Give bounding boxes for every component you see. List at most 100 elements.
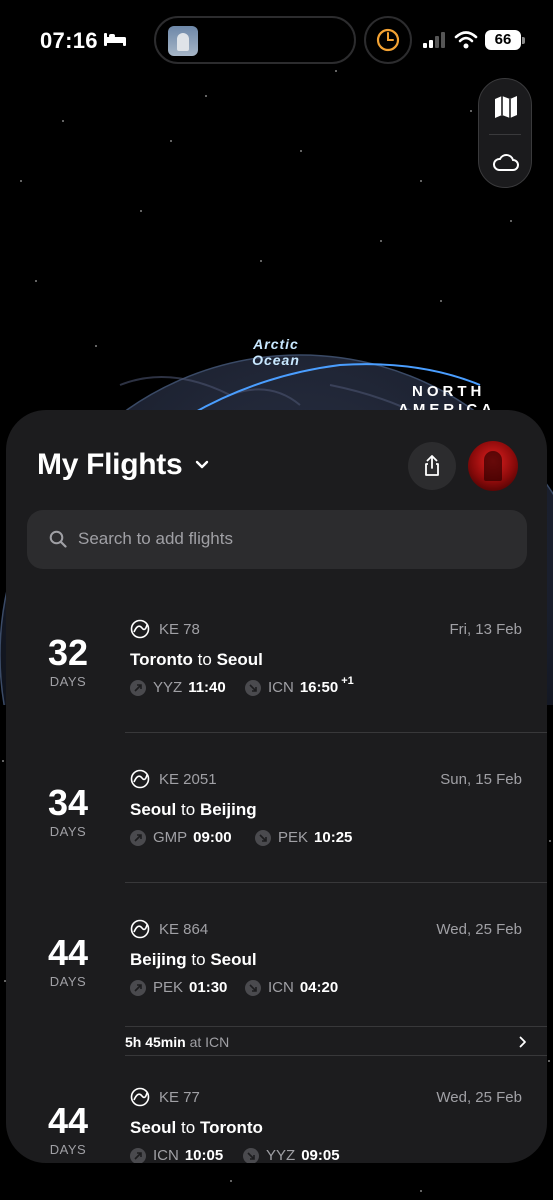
airline-logo-icon	[130, 619, 150, 639]
flight-number: KE 864	[159, 921, 209, 938]
days-until-count: 32	[47, 632, 89, 673]
flights-sheet[interactable]: My Flights Search to add flights 32 DAYS…	[6, 410, 547, 1163]
flight-date: Wed, 25 Feb	[436, 1089, 522, 1106]
ocean-label: Arctic Ocean	[252, 336, 300, 368]
status-time: 07:16	[40, 28, 98, 53]
flight-row[interactable]: 44 DAYS KE 864 Wed, 25 Feb Beijing to Se…	[6, 910, 547, 1025]
origin-city: Seoul	[130, 800, 177, 819]
departure-arrow-icon	[130, 679, 146, 696]
arrival-arrow-icon	[243, 1147, 259, 1163]
flight-row[interactable]: 44 DAYS KE 77 Wed, 25 Feb Seoul to Toron…	[6, 1078, 547, 1163]
departure-time: 09:00	[193, 829, 232, 846]
destination-city: Seoul	[210, 950, 257, 969]
flight-route: Beijing to Seoul	[130, 950, 257, 970]
departure-airport: YYZ	[153, 679, 183, 696]
days-label: DAYS	[49, 824, 87, 839]
days-label: DAYS	[49, 1142, 87, 1157]
flight-number: KE 77	[159, 1089, 200, 1106]
map-icon	[495, 95, 517, 118]
destination-city: Seoul	[216, 650, 263, 669]
map-view-button[interactable]	[479, 79, 533, 134]
destination-city: Beijing	[199, 800, 257, 819]
departure-airport: ICN	[153, 1147, 179, 1163]
share-button[interactable]	[408, 442, 456, 490]
departure-time: 11:40	[188, 679, 226, 696]
flight-route: Seoul to Toronto	[130, 1118, 263, 1138]
day-offset-badge: +1	[341, 674, 354, 687]
route-separator: to	[181, 1118, 196, 1137]
arrival-time: 16:50	[299, 679, 339, 696]
days-until-count: 34	[47, 782, 89, 823]
cloud-icon	[493, 153, 519, 171]
now-playing-thumbnail	[168, 26, 198, 56]
destination-city: Toronto	[199, 1118, 263, 1137]
departure-arrow-icon	[130, 979, 146, 996]
arrival-info: ICN 04:20	[245, 979, 338, 996]
chevron-right-icon	[519, 1036, 526, 1048]
weather-button[interactable]	[479, 134, 533, 189]
sheet-header: My Flights	[6, 410, 547, 510]
wifi-icon	[454, 31, 478, 49]
flight-route: Toronto to Seoul	[130, 650, 263, 670]
departure-time: 10:05	[184, 1147, 224, 1163]
airline-logo-icon	[130, 1087, 150, 1107]
departure-info: GMP 09:00	[130, 829, 232, 846]
arrival-time: 10:25	[314, 829, 353, 846]
avatar[interactable]	[468, 441, 518, 491]
departure-info: YYZ 11:40	[130, 679, 226, 696]
dynamic-island-media[interactable]	[154, 16, 356, 64]
flight-number: KE 2051	[159, 771, 217, 788]
arrival-arrow-icon	[255, 829, 271, 846]
departure-info: ICN 10:05	[130, 1147, 223, 1163]
origin-city: Beijing	[130, 950, 187, 969]
flight-row[interactable]: 32 DAYS KE 78 Fri, 13 Feb Toronto to Seo…	[6, 610, 547, 730]
airline-logo-icon	[130, 769, 150, 789]
departure-airport: GMP	[153, 829, 188, 846]
sleep-bed-icon	[104, 33, 126, 46]
flight-date: Sun, 15 Feb	[440, 771, 522, 788]
layover-airport: at ICN	[189, 1034, 230, 1050]
chevron-down-icon[interactable]	[194, 459, 210, 471]
cellular-signal-icon	[423, 32, 445, 48]
status-bar: 07:16 66	[0, 0, 553, 82]
search-input[interactable]: Search to add flights	[78, 529, 233, 549]
continent-label-line1: NORTH	[412, 383, 486, 400]
route-separator: to	[197, 650, 212, 669]
arrival-info: PEK 10:25	[255, 829, 352, 846]
arrival-arrow-icon	[245, 979, 261, 996]
days-label: DAYS	[49, 674, 87, 689]
flight-date: Wed, 25 Feb	[436, 921, 522, 938]
departure-airport: PEK	[153, 979, 184, 996]
departure-arrow-icon	[130, 829, 146, 846]
arrival-time: 04:20	[299, 979, 339, 996]
arrival-airport: ICN	[268, 979, 294, 996]
flight-row[interactable]: 34 DAYS KE 2051 Sun, 15 Feb Seoul to Bei…	[6, 760, 547, 880]
arrival-info: YYZ 09:05	[243, 1147, 340, 1163]
arrival-airport: PEK	[278, 829, 309, 846]
airline-logo-icon	[130, 919, 150, 939]
departure-arrow-icon	[130, 1147, 146, 1163]
origin-city: Toronto	[130, 650, 193, 669]
origin-city: Seoul	[130, 1118, 177, 1137]
days-label: DAYS	[49, 974, 87, 989]
flight-route: Seoul to Beijing	[130, 800, 257, 820]
layover-row[interactable]: 5h 45min at ICN	[125, 1026, 547, 1056]
layover-duration: 5h 45min	[125, 1034, 186, 1050]
arrival-airport: YYZ	[266, 1147, 296, 1163]
share-icon	[425, 455, 439, 476]
arrival-arrow-icon	[245, 679, 261, 696]
row-divider	[125, 882, 547, 883]
page-title[interactable]: My Flights	[37, 448, 183, 482]
timer-ring-icon	[376, 28, 400, 52]
flight-date: Fri, 13 Feb	[449, 621, 522, 638]
search-field[interactable]: Search to add flights	[27, 510, 527, 569]
arrival-time: 09:05	[301, 1147, 340, 1163]
route-separator: to	[191, 950, 206, 969]
days-until-count: 44	[47, 932, 89, 973]
departure-time: 01:30	[189, 979, 228, 996]
route-separator: to	[181, 800, 196, 819]
dynamic-island-timer[interactable]	[364, 16, 412, 64]
row-divider	[125, 732, 547, 733]
arrival-airport: ICN	[268, 679, 294, 696]
flight-number: KE 78	[159, 621, 200, 638]
